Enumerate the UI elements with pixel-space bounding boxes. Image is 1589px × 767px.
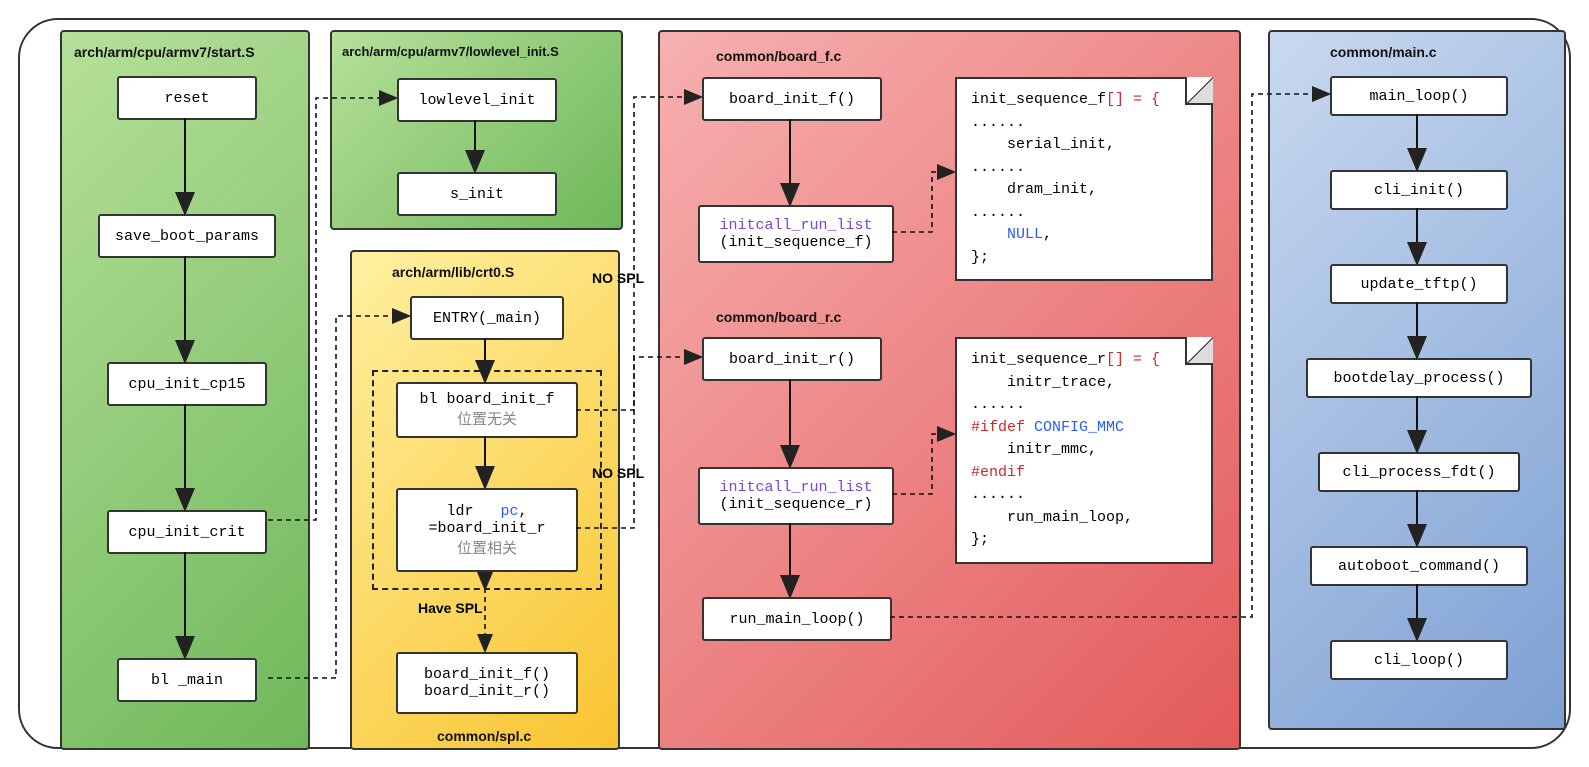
group-crt0: arch/arm/lib/crt0.S ENTRY(_main) bl boar… <box>350 250 620 750</box>
box-autoboot: autoboot_command() <box>1310 546 1528 586</box>
box-spl-funcs: board_init_f() board_init_r() <box>396 652 578 714</box>
box-cli-init: cli_init() <box>1330 170 1508 210</box>
initcall-f-l2: (init_sequence_f) <box>719 234 872 251</box>
box-reset: reset <box>117 76 257 120</box>
box-update-tftp: update_tftp() <box>1330 264 1508 304</box>
label-havespl: Have SPL <box>418 600 483 616</box>
group-mainc: common/main.c main_loop() cli_init() upd… <box>1268 30 1566 730</box>
group-title-board-r: common/board_r.c <box>716 309 841 325</box>
box-ldr-board-init-r: ldr pc, =board_init_r 位置相关 <box>396 488 578 572</box>
initcall-f-l1: initcall_run_list <box>719 217 872 234</box>
group-title-crt0: arch/arm/lib/crt0.S <box>392 264 514 280</box>
group-title-startS: arch/arm/cpu/armv7/start.S <box>74 44 255 60</box>
box-cpu-init-crit: cpu_init_crit <box>107 510 267 554</box>
box-cpu-init-cp15: cpu_init_cp15 <box>107 362 267 406</box>
box-initcall-f: initcall_run_list (init_sequence_f) <box>698 205 894 263</box>
footer-spl: common/spl.c <box>437 728 531 744</box>
label-pos-independent: 位置无关 <box>457 408 517 429</box>
box-save-boot-params: save_boot_params <box>98 214 276 258</box>
ldr-line2: =board_init_r <box>428 520 545 537</box>
box-main-loop: main_loop() <box>1330 76 1508 116</box>
group-title-mainc: common/main.c <box>1330 44 1437 60</box>
initcall-r-l1: initcall_run_list <box>719 479 872 496</box>
diagram-canvas: arch/arm/cpu/armv7/start.S reset save_bo… <box>18 18 1571 749</box>
box-run-main-loop: run_main_loop() <box>702 597 892 641</box>
group-lowlevel: arch/arm/cpu/armv7/lowlevel_init.S lowle… <box>330 30 623 230</box>
box-bl-main: bl _main <box>117 658 257 702</box>
box-board-init-f: board_init_f() <box>702 77 882 121</box>
initcall-r-l2: (init_sequence_r) <box>719 496 872 513</box>
box-initcall-r: initcall_run_list (init_sequence_r) <box>698 467 894 525</box>
group-board: common/board_f.c board_init_f() initcall… <box>658 30 1241 750</box>
label-nospl-1: NO SPL <box>592 270 644 286</box>
box-entry-main: ENTRY(_main) <box>410 296 564 340</box>
group-title-board-f: common/board_f.c <box>716 48 841 64</box>
box-bootdelay: bootdelay_process() <box>1306 358 1532 398</box>
box-cli-loop: cli_loop() <box>1330 640 1508 680</box>
label-bl-board-init-f: bl board_init_f <box>419 391 554 408</box>
box-s-init: s_init <box>397 172 557 216</box>
label-pos-dependent: 位置相关 <box>457 537 517 558</box>
box-bl-board-init-f: bl board_init_f 位置无关 <box>396 382 578 438</box>
label-nospl-2: NO SPL <box>592 465 644 481</box>
box-cli-process-fdt: cli_process_fdt() <box>1318 452 1520 492</box>
ldr-line1: ldr pc, <box>446 503 527 520</box>
group-title-lowlevel: arch/arm/cpu/armv7/lowlevel_init.S <box>342 44 559 59</box>
box-lowlevel-init: lowlevel_init <box>397 78 557 122</box>
note-init-seq-f: init_sequence_f[] = { ...... serial_init… <box>955 77 1213 281</box>
note-init-seq-r: init_sequence_r[] = { initr_trace, .....… <box>955 337 1213 564</box>
box-board-init-r: board_init_r() <box>702 337 882 381</box>
group-startS: arch/arm/cpu/armv7/start.S reset save_bo… <box>60 30 310 750</box>
